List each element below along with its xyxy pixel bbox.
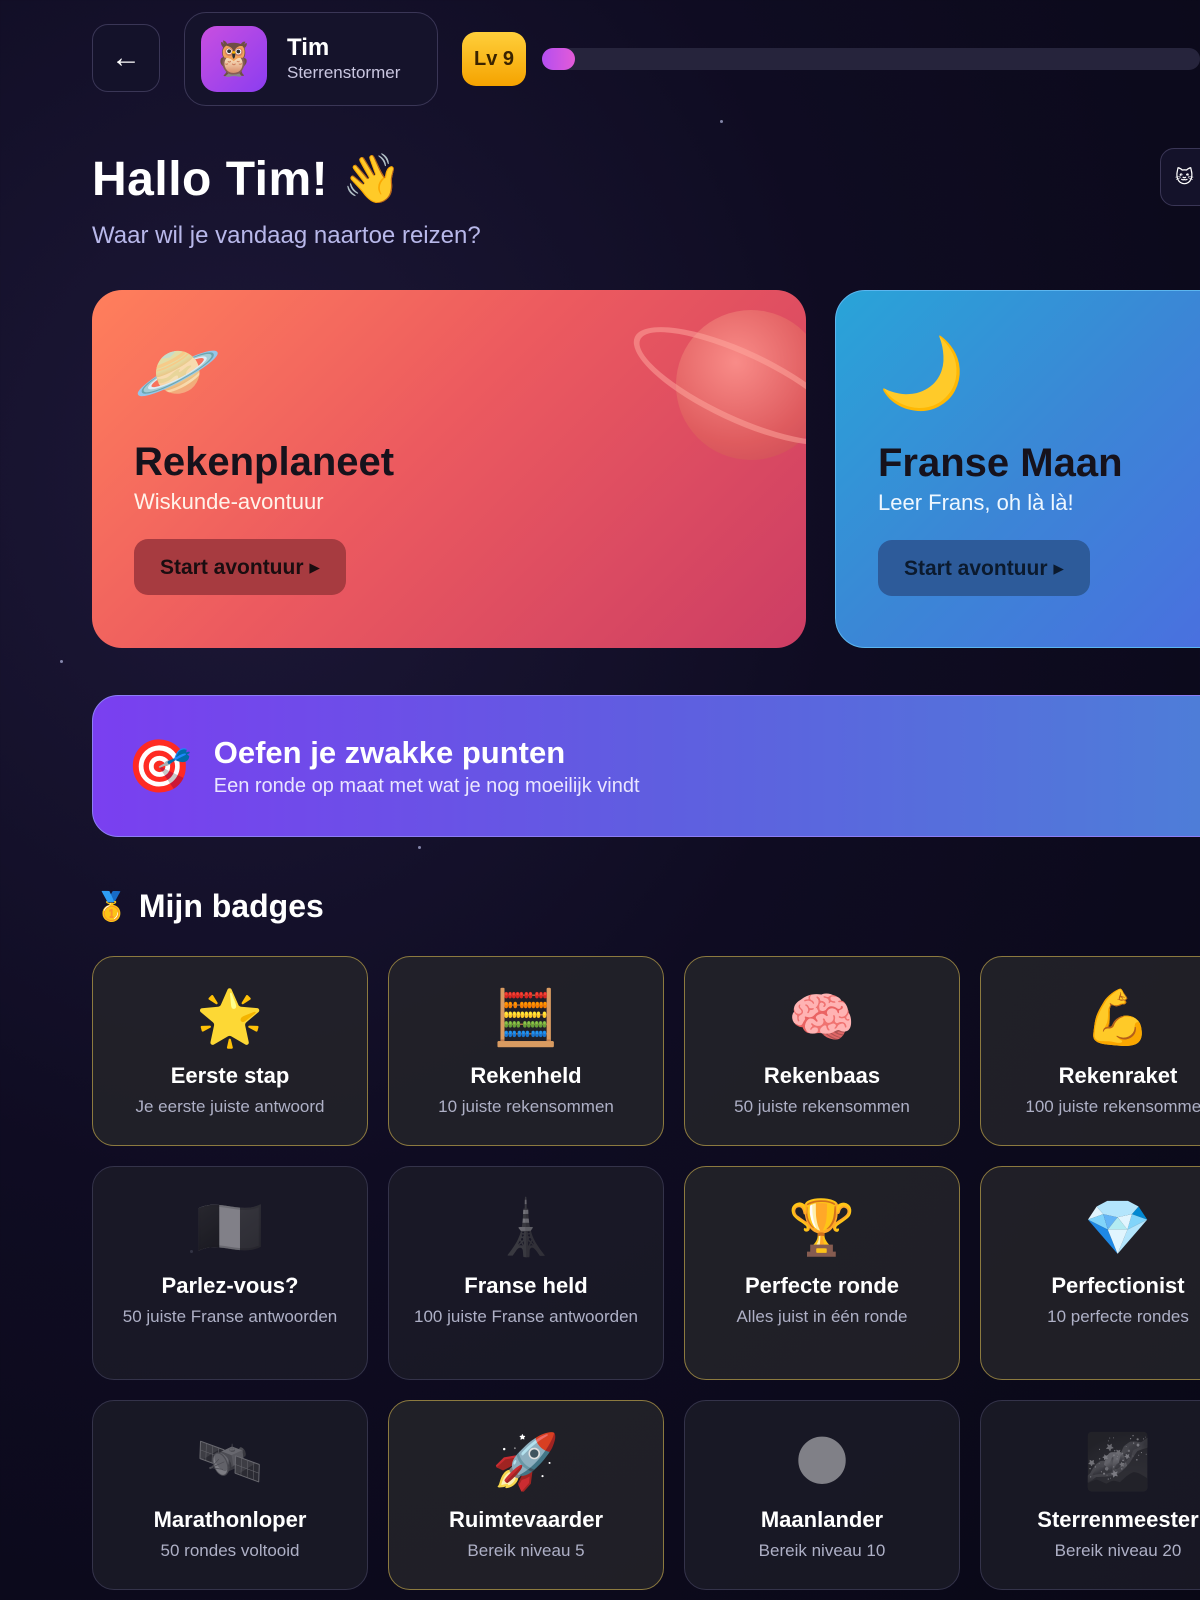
badge-icon: 🧮 xyxy=(492,988,560,1048)
badge-card[interactable]: 🧮 Rekenheld 10 juiste rekensommen xyxy=(388,956,664,1146)
arrow-left-icon: ← xyxy=(111,41,141,74)
badge-description: 100 juiste Franse antwoorden xyxy=(414,1307,638,1326)
badge-card[interactable]: 🇫🇷 Parlez-vous? 50 juiste Franse antwoorde… xyxy=(92,1166,368,1380)
target-icon: 🎯 xyxy=(127,737,192,796)
practice-title: Oefen je zwakke punten xyxy=(213,734,566,770)
medal-icon: 🥇 xyxy=(94,891,129,922)
user-name: Tim xyxy=(287,34,330,61)
badge-title: Eerste stap xyxy=(170,1063,290,1088)
badge-icon: 🚀 xyxy=(492,1432,560,1492)
adventure-card-rekenplaneet[interactable]: 🪐 Rekenplaneet Wiskunde-avontuur Start a… xyxy=(92,290,806,648)
badge-card[interactable]: 🗼 Franse held 100 juiste Franse antwoorden xyxy=(388,1166,664,1380)
badge-title: Perfecte ronde xyxy=(744,1273,900,1298)
page-subtitle: Waar wil je vandaag naartoe reizen? xyxy=(92,222,481,249)
xp-progress-bar xyxy=(542,48,1200,70)
badge-title: Rekenheld xyxy=(470,1063,582,1088)
avatar: 🦉 xyxy=(201,26,267,92)
card-subtitle: Leer Frans, oh là là! xyxy=(878,490,1074,515)
badge-icon: 🌌 xyxy=(1084,1432,1152,1492)
badge-description: 10 perfecte rondes xyxy=(1047,1307,1189,1326)
page-title: Hallo Tim! 👋 xyxy=(92,153,403,206)
badge-card[interactable]: 💎 Perfectionist 10 perfecte rondes xyxy=(980,1166,1200,1380)
badges-heading: 🥇 Mijn badges xyxy=(94,888,324,925)
badge-icon: 🗼 xyxy=(492,1198,560,1258)
cat-icon: 🐱 xyxy=(1175,166,1194,187)
side-menu-chip[interactable]: 🐱 xyxy=(1160,148,1200,206)
badge-card[interactable]: 🧠 Rekenbaas 50 juiste rekensommen xyxy=(684,956,960,1146)
badge-icon: 💪 xyxy=(1084,988,1152,1048)
badge-title: Rekenbaas xyxy=(763,1063,881,1088)
badge-title: Franse held xyxy=(464,1273,588,1298)
badge-icon: 🌑 xyxy=(793,1432,851,1492)
owl-icon: 🦉 xyxy=(212,40,256,78)
badge-title: Sterrenmeester xyxy=(1037,1507,1199,1532)
profile-card[interactable]: 🦉 Tim Sterrenstormer xyxy=(184,12,438,106)
level-badge: Lv 9 xyxy=(462,32,526,86)
badge-description: Bereik niveau 5 xyxy=(467,1541,585,1560)
practice-subtitle: Een ronde op maat met wat je nog moeilij… xyxy=(213,774,640,797)
badge-title: Rekenraket xyxy=(1058,1063,1178,1088)
badge-title: Ruimtevaarder xyxy=(448,1507,604,1532)
back-button[interactable]: ← xyxy=(92,24,160,92)
badge-card[interactable]: 🏆 Perfecte ronde Alles juist in één ronde xyxy=(684,1166,960,1380)
card-subtitle: Wiskunde-avontuur xyxy=(134,489,324,514)
user-rank: Sterrenstormer xyxy=(287,63,401,82)
badge-description: 100 juiste rekensommen xyxy=(1025,1097,1200,1116)
badge-title: Parlez-vous? xyxy=(161,1273,299,1298)
badge-description: Bereik niveau 20 xyxy=(1054,1541,1182,1560)
badge-icon: 🛰️ xyxy=(196,1432,264,1492)
badge-card[interactable]: 🛰️ Marathonloper 50 rondes voltooid xyxy=(92,1400,368,1590)
card-title: Franse Maan xyxy=(878,441,1123,485)
crescent-moon-icon: 🌙 xyxy=(878,334,966,412)
badge-title: Perfectionist xyxy=(1051,1273,1185,1298)
badge-card[interactable]: 🌌 Sterrenmeester Bereik niveau 20 xyxy=(980,1400,1200,1590)
card-title: Rekenplaneet xyxy=(134,440,395,484)
badge-card[interactable]: 🚀 Ruimtevaarder Bereik niveau 5 xyxy=(388,1400,664,1590)
badge-title: Maanlander xyxy=(760,1507,884,1532)
badge-description: 10 juiste rekensommen xyxy=(438,1097,614,1116)
start-adventure-button[interactable]: Start avontuur ▸ xyxy=(134,539,346,595)
badge-description: Bereik niveau 10 xyxy=(758,1541,886,1560)
practice-weak-points-banner[interactable]: 🎯 Oefen je zwakke punten Een ronde op ma… xyxy=(92,695,1200,837)
badge-icon: 🧠 xyxy=(788,988,856,1048)
badge-icon: 🇫🇷 xyxy=(196,1198,264,1258)
badge-icon: 🌟 xyxy=(196,988,264,1048)
start-adventure-button[interactable]: Start avontuur ▸ xyxy=(878,540,1090,596)
badge-card[interactable]: 💪 Rekenraket 100 juiste rekensommen xyxy=(980,956,1200,1146)
badge-description: 50 juiste rekensommen xyxy=(734,1097,910,1116)
badge-title: Marathonloper xyxy=(153,1507,307,1532)
badge-description: Je eerste juiste antwoord xyxy=(135,1097,325,1116)
badge-description: 50 juiste Franse antwoorden xyxy=(122,1307,338,1326)
badge-icon: 💎 xyxy=(1084,1198,1152,1258)
badge-card[interactable]: 🌑 Maanlander Bereik niveau 10 xyxy=(684,1400,960,1590)
badge-icon: 🏆 xyxy=(788,1198,856,1258)
badge-description: 50 rondes voltooid xyxy=(160,1541,300,1560)
badge-description: Alles juist in één ronde xyxy=(736,1307,908,1326)
xp-progress-fill xyxy=(542,48,575,70)
badges-title: Mijn badges xyxy=(138,888,324,924)
badge-card[interactable]: 🌟 Eerste stap Je eerste juiste antwoord xyxy=(92,956,368,1146)
adventure-card-franse-maan[interactable]: 🌙 Franse Maan Leer Frans, oh là là! Star… xyxy=(835,290,1200,648)
